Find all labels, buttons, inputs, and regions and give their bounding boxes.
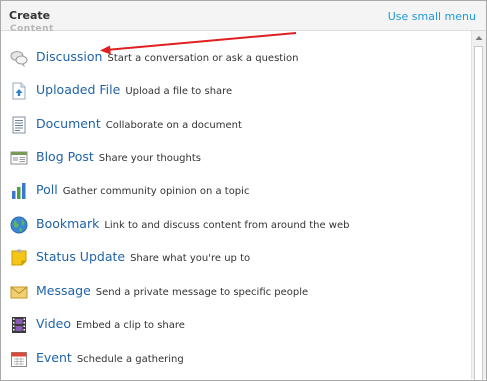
item-label: Document Collaborate on a document	[36, 116, 242, 131]
menu-title: Create	[9, 9, 51, 22]
item-description: Embed a clip to share	[76, 320, 185, 331]
item-description: Start a conversation or ask a question	[107, 53, 299, 64]
vertical-scrollbar[interactable]	[471, 31, 486, 380]
envelope-icon	[10, 286, 28, 299]
item-label: Poll Gather community opinion on a topic	[36, 182, 250, 197]
item-label: Uploaded File Upload a file to share	[36, 82, 233, 97]
use-small-menu-link[interactable]: Use small menu	[388, 10, 476, 23]
scroll-up-arrow-icon[interactable]	[472, 31, 486, 45]
list-item-discussion[interactable]: Discussion Start a conversation or ask a …	[1, 47, 466, 73]
item-label: Video Embed a clip to share	[36, 316, 185, 331]
sticky-note-icon	[11, 249, 27, 266]
scrollbar-thumb[interactable]	[474, 46, 483, 380]
item-label: Blog Post Share your thoughts	[36, 149, 201, 164]
speech-bubbles-icon	[10, 51, 28, 67]
calendar-icon	[11, 352, 27, 367]
list-item-message[interactable]: Message Send a private message to specifi…	[1, 281, 466, 307]
list-item-uploaded-file[interactable]: Uploaded File Upload a file to share	[1, 80, 466, 106]
item-label: Event Schedule a gathering	[36, 350, 184, 365]
list-item-bookmark[interactable]: Bookmark Link to and discuss content from…	[1, 214, 466, 240]
item-label: Discussion Start a conversation or ask a …	[36, 49, 299, 64]
blog-icon	[10, 151, 28, 165]
item-description: Share your thoughts	[98, 153, 201, 164]
upload-icon	[12, 82, 26, 100]
item-description: Schedule a gathering	[76, 354, 184, 365]
film-icon	[12, 317, 26, 333]
item-label: Bookmark Link to and discuss content from…	[36, 216, 350, 231]
list-item-event[interactable]: Event Schedule a gathering	[1, 348, 466, 374]
item-label: Message Send a private message to specifi…	[36, 283, 309, 298]
item-description: Send a private message to specific peopl…	[95, 287, 309, 298]
create-menu-panel: Create Use small menu Content Discussion…	[0, 0, 487, 381]
item-label: Status Update Share what you're up to	[36, 249, 251, 264]
bar-chart-icon	[12, 183, 26, 199]
list-item-document[interactable]: Document Collaborate on a document	[1, 114, 466, 140]
menu-header: Create Use small menu	[1, 1, 486, 31]
list-item-blog-post[interactable]: Blog Post Share your thoughts	[1, 147, 466, 173]
item-description: Collaborate on a document	[105, 120, 242, 131]
item-description: Gather community opinion on a topic	[62, 186, 250, 197]
item-description: Link to and discuss content from around …	[104, 220, 350, 231]
list-item-video[interactable]: Video Embed a clip to share	[1, 314, 466, 340]
section-label-content: Content	[10, 24, 54, 34]
globe-icon	[10, 216, 28, 234]
document-icon	[12, 116, 26, 134]
item-description: Upload a file to share	[125, 86, 233, 97]
item-description: Share what you're up to	[130, 253, 251, 264]
list-item-status-update[interactable]: Status Update Share what you're up to	[1, 247, 466, 273]
list-item-poll[interactable]: Poll Gather community opinion on a topic	[1, 180, 466, 206]
